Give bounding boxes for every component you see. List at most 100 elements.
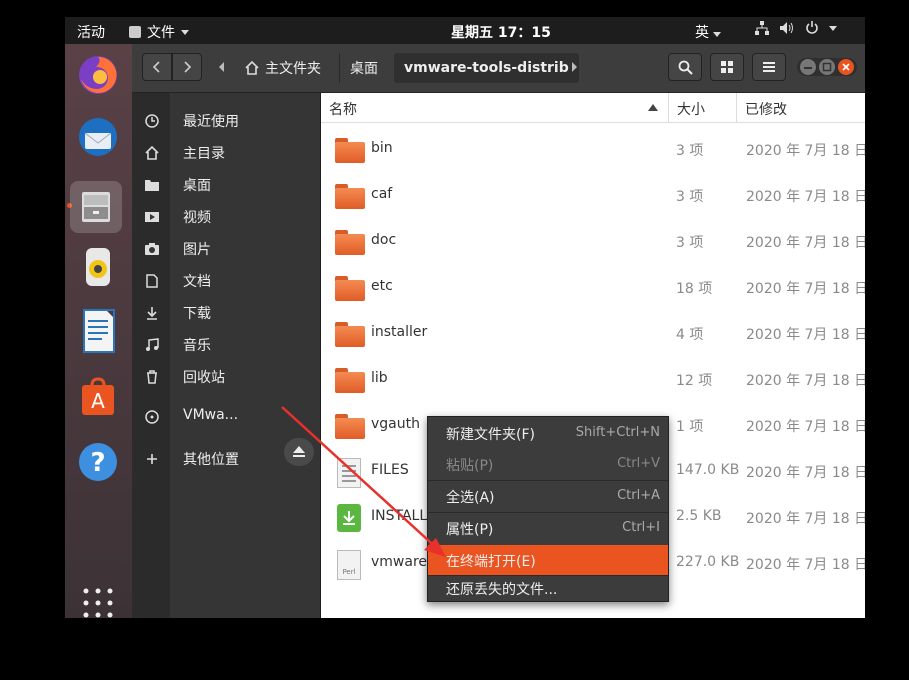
- files-icon[interactable]: [70, 181, 122, 233]
- file-modified: 2020 年 7月 18 日: [746, 557, 865, 573]
- search-button[interactable]: [668, 53, 702, 81]
- menu-item-select-all[interactable]: 全选(A) Ctrl+A: [428, 481, 668, 511]
- activities-button[interactable]: 活动: [77, 22, 105, 42]
- crumb-desktop[interactable]: 桌面: [339, 53, 388, 83]
- sidebar-item-documents[interactable]: 文档: [132, 267, 320, 295]
- sidebar-item-label: 主目录: [183, 146, 225, 162]
- app-menu[interactable]: 文件: [129, 22, 189, 42]
- sidebar-item-vmware-disc[interactable]: VMwa...: [132, 403, 320, 431]
- menu-button[interactable]: [752, 53, 786, 81]
- clock[interactable]: 星期五 17：15: [451, 22, 551, 42]
- firefox-icon[interactable]: [75, 52, 121, 98]
- menu-item-properties[interactable]: 属性(P) Ctrl+I: [428, 513, 668, 543]
- crumb-current[interactable]: vmware-tools-distrib: [394, 53, 579, 83]
- close-button[interactable]: [838, 59, 854, 75]
- file-row-etc[interactable]: etc 18 项 2020 年 7月 18 日: [321, 266, 865, 312]
- rhythmbox-icon[interactable]: [75, 244, 121, 290]
- sidebar-item-other-locations[interactable]: 其他位置: [132, 445, 320, 473]
- menu-item-open-in-terminal[interactable]: 在终端打开(E): [428, 545, 668, 575]
- menu-item-label: 还原丢失的文件...: [446, 582, 558, 598]
- file-size: 12 项: [676, 373, 713, 389]
- maximize-button[interactable]: [819, 59, 835, 75]
- chevron-left-icon: [152, 61, 160, 73]
- svg-text:A: A: [91, 389, 105, 413]
- thunderbird-icon[interactable]: [75, 114, 121, 160]
- sidebar-item-videos[interactable]: 视频: [132, 203, 320, 231]
- header-bar: 主文件夹 桌面 vmware-tools-distrib: [132, 44, 865, 93]
- back-button[interactable]: [142, 53, 172, 81]
- view-toggle-button[interactable]: [710, 53, 744, 81]
- column-header-modified[interactable]: 已修改: [737, 93, 865, 123]
- input-method-label: 英: [695, 25, 709, 41]
- volume-icon: [780, 22, 793, 34]
- help-icon[interactable]: ?: [75, 439, 121, 485]
- file-modified: 2020 年 7月 18 日: [746, 327, 865, 343]
- close-icon: [842, 63, 850, 71]
- disc-icon: [144, 409, 160, 425]
- sidebar-item-label: 其他位置: [183, 452, 239, 468]
- path-scroll-right[interactable]: [564, 53, 584, 81]
- column-header-size[interactable]: 大小: [669, 93, 737, 123]
- sidebar-item-downloads[interactable]: 下载: [132, 299, 320, 327]
- column-header-name[interactable]: 名称: [321, 93, 669, 123]
- sidebar-item-pictures[interactable]: 图片: [132, 235, 320, 263]
- minimize-button[interactable]: [800, 59, 816, 75]
- file-size: 18 项: [676, 281, 713, 297]
- input-method-indicator[interactable]: 英: [695, 22, 722, 42]
- file-modified: 2020 年 7月 18 日: [746, 465, 865, 481]
- file-size: 147.0 KB: [676, 462, 740, 478]
- forward-button[interactable]: [172, 53, 202, 81]
- file-modified: 2020 年 7月 18 日: [746, 419, 865, 435]
- sidebar-item-recent[interactable]: 最近使用: [132, 107, 320, 135]
- software-center-icon[interactable]: A: [75, 374, 121, 420]
- menu-item-label: 新建文件夹(F): [446, 427, 535, 443]
- file-row-lib[interactable]: lib 12 项 2020 年 7月 18 日: [321, 358, 865, 404]
- folder-icon: [335, 230, 365, 255]
- sidebar-item-home[interactable]: 主目录: [132, 139, 320, 167]
- file-size: 3 项: [676, 235, 704, 251]
- crumb-home-label: 主文件夹: [265, 61, 321, 77]
- sidebar-item-label: 桌面: [183, 178, 211, 194]
- crumb-current-label: vmware-tools-distrib: [404, 60, 569, 76]
- dock: A ?: [65, 44, 132, 618]
- libreoffice-writer-icon[interactable]: [75, 308, 121, 354]
- file-row-installer[interactable]: installer 4 项 2020 年 7月 18 日: [321, 312, 865, 358]
- menu-item-paste[interactable]: 粘贴(P) Ctrl+V: [428, 449, 668, 479]
- sidebar: 最近使用 主目录 桌面 视频 图片 文档 下载 音乐 回收站 VMwa... 其…: [132, 93, 321, 618]
- menu-item-restore-missing[interactable]: 还原丢失的文件...: [428, 574, 668, 602]
- path-scroll-left[interactable]: [212, 53, 232, 81]
- music-icon: [144, 337, 160, 353]
- file-modified: 2020 年 7月 18 日: [746, 281, 865, 297]
- app-menu-label: 文件: [147, 25, 175, 41]
- file-name: caf: [371, 186, 393, 202]
- chevron-down-icon: [829, 25, 837, 31]
- file-row-bin[interactable]: bin 3 项 2020 年 7月 18 日: [321, 128, 865, 174]
- menu-item-shortcut: Ctrl+I: [622, 520, 660, 535]
- menu-item-new-folder[interactable]: 新建文件夹(F) Shift+Ctrl+N: [428, 418, 668, 448]
- file-name: INSTALL: [371, 508, 428, 524]
- chevron-down-icon: [181, 29, 189, 35]
- menu-item-shortcut: Ctrl+A: [617, 488, 660, 503]
- sidebar-item-label: 图片: [183, 242, 211, 258]
- document-icon: [144, 273, 160, 289]
- file-name: etc: [371, 278, 393, 294]
- file-name: vmware-: [371, 554, 433, 570]
- home-icon: [245, 61, 259, 75]
- sidebar-item-desktop[interactable]: 桌面: [132, 171, 320, 199]
- system-menu[interactable]: [755, 21, 837, 35]
- top-bar: 活动 文件 星期五 17：15 英: [65, 17, 865, 44]
- menu-item-shortcut: Shift+Ctrl+N: [575, 425, 660, 440]
- sidebar-item-music[interactable]: 音乐: [132, 331, 320, 359]
- file-size: 4 项: [676, 327, 704, 343]
- file-size: 3 项: [676, 143, 704, 159]
- folder-icon: [335, 138, 365, 163]
- sidebar-item-trash[interactable]: 回收站: [132, 363, 320, 391]
- download-icon: [144, 305, 160, 321]
- menu-item-label: 属性(P): [446, 522, 494, 538]
- file-size: 227.0 KB: [676, 554, 740, 570]
- file-row-doc[interactable]: doc 3 项 2020 年 7月 18 日: [321, 220, 865, 266]
- file-size: 2.5 KB: [676, 508, 722, 524]
- show-applications-icon[interactable]: [75, 580, 121, 618]
- file-row-caf[interactable]: caf 3 项 2020 年 7月 18 日: [321, 174, 865, 220]
- crumb-home[interactable]: 主文件夹: [235, 53, 331, 83]
